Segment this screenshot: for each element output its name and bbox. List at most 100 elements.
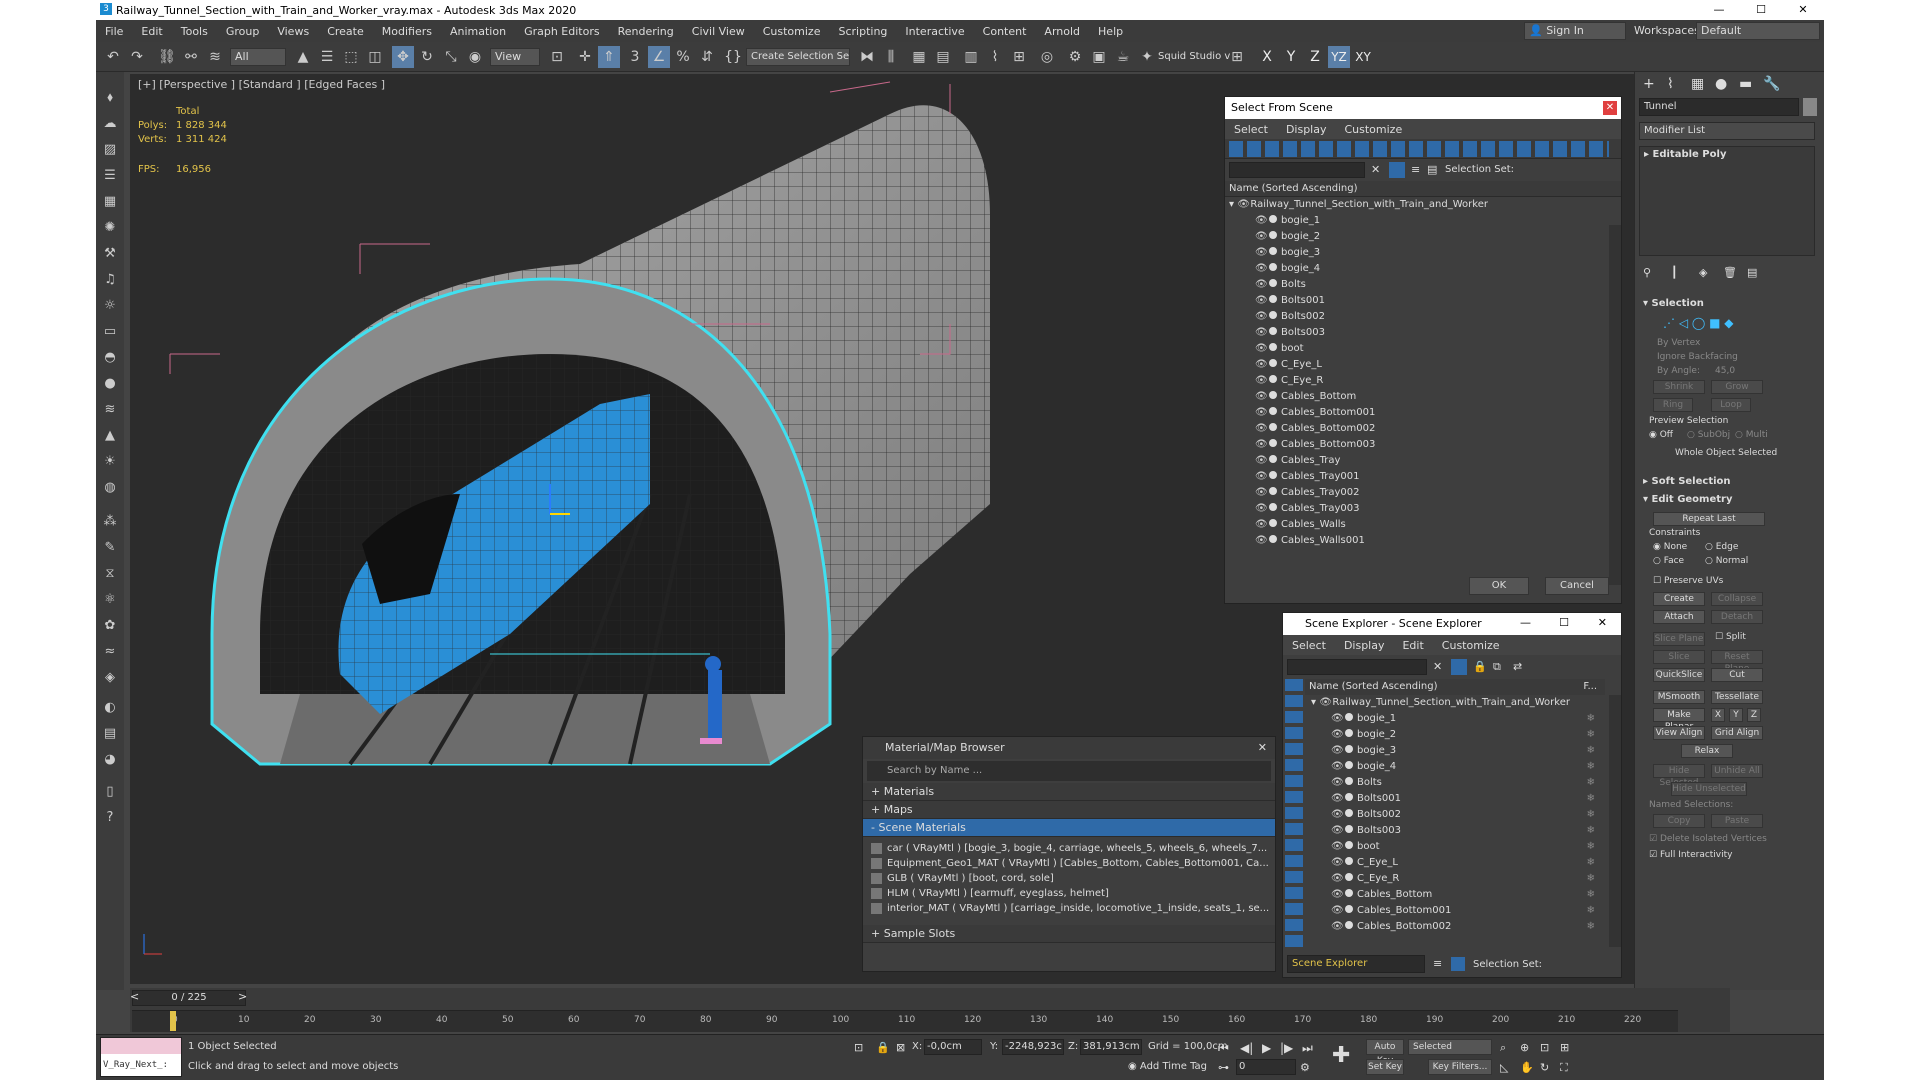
render-dot-icon[interactable] bbox=[1269, 327, 1277, 335]
se-visibility-icon[interactable]: 👁 bbox=[1319, 695, 1332, 711]
freeze-icon[interactable]: ❄ bbox=[1587, 839, 1595, 855]
menu-group[interactable]: Group bbox=[217, 25, 269, 38]
axis-y-button[interactable]: Y bbox=[1280, 46, 1302, 68]
select-move-icon[interactable]: ✥ bbox=[392, 46, 414, 68]
se-menu-select[interactable]: Select bbox=[1283, 639, 1335, 652]
slice-button[interactable]: Slice bbox=[1653, 650, 1705, 664]
split-checkbox[interactable]: ☐ Split bbox=[1715, 632, 1746, 642]
menu-views[interactable]: Views bbox=[268, 25, 318, 38]
time-slider[interactable]: 0 / 225 bbox=[132, 990, 246, 1006]
shrink-button[interactable]: Shrink bbox=[1653, 380, 1705, 394]
fur-icon[interactable]: ≋ bbox=[100, 400, 120, 420]
menu-modifiers[interactable]: Modifiers bbox=[373, 25, 441, 38]
msmooth-button[interactable]: MSmooth bbox=[1653, 690, 1705, 704]
repeat-last-button[interactable]: Repeat Last bbox=[1653, 512, 1765, 526]
se-visibility-icon[interactable]: 👁 bbox=[1331, 775, 1344, 791]
show-end-result-icon[interactable]: ┃ bbox=[1671, 266, 1678, 279]
constraint-none-radio[interactable]: ◉ None bbox=[1653, 542, 1687, 552]
soft-selection-rollout[interactable]: ▸ Soft Selection bbox=[1643, 476, 1731, 487]
se-list-item[interactable]: 👁 bogie_1 ❄ bbox=[1305, 711, 1605, 727]
visibility-icon[interactable]: 👁 bbox=[1255, 389, 1268, 405]
squid-studio-label[interactable]: Squid Studio v bbox=[1158, 51, 1230, 62]
unlink-icon[interactable]: ⚯ bbox=[180, 46, 202, 68]
se-list-item[interactable]: 👁 Bolts ❄ bbox=[1305, 775, 1605, 791]
add-time-tag[interactable]: ◉ Add Time Tag bbox=[1128, 1061, 1207, 1072]
edit-geometry-rollout[interactable]: ▾ Edit Geometry bbox=[1643, 494, 1733, 505]
se-render-dot-icon[interactable] bbox=[1345, 809, 1353, 817]
menu-civil-view[interactable]: Civil View bbox=[683, 25, 754, 38]
se-filter-icon[interactable] bbox=[1451, 659, 1467, 675]
y-coord-field[interactable]: -2248,923c bbox=[1002, 1039, 1064, 1055]
link-icon[interactable]: ⛓ bbox=[156, 46, 178, 68]
layers-icon[interactable]: ▤ bbox=[100, 724, 120, 744]
render-dot-icon[interactable] bbox=[1269, 247, 1277, 255]
reset-plane-button[interactable]: Reset Plane bbox=[1711, 650, 1763, 674]
grow-button[interactable]: Grow bbox=[1711, 380, 1763, 394]
redo-icon[interactable]: ↷ bbox=[126, 46, 148, 68]
toggle-ribbon-icon[interactable]: ▥ bbox=[960, 46, 982, 68]
full-interactivity-checkbox[interactable]: ☑ Full Interactivity bbox=[1649, 850, 1733, 860]
close-button[interactable]: ✕ bbox=[1782, 0, 1824, 20]
se-visibility-icon[interactable]: 👁 bbox=[1331, 839, 1344, 855]
se-visibility-icon[interactable]: 👁 bbox=[1331, 791, 1344, 807]
visibility-icon[interactable]: 👁 bbox=[1255, 517, 1268, 533]
visibility-icon[interactable]: 👁 bbox=[1237, 197, 1250, 213]
menu-animation[interactable]: Animation bbox=[441, 25, 515, 38]
schematic-view-icon[interactable]: ⊞ bbox=[1008, 46, 1030, 68]
plant-icon[interactable]: ✿ bbox=[100, 616, 120, 636]
menu-display[interactable]: Display bbox=[1277, 123, 1336, 136]
keyboard-shortcut-override-icon[interactable]: ⇑ bbox=[598, 46, 620, 68]
se-list-item[interactable]: 👁 Bolts002 ❄ bbox=[1305, 807, 1605, 823]
se-hierarchy-icon[interactable]: ⧉ bbox=[1493, 660, 1501, 674]
spinner-snap-icon[interactable]: ⇵ bbox=[696, 46, 718, 68]
se-render-dot-icon[interactable] bbox=[1345, 793, 1353, 801]
prev-frame-icon[interactable]: < bbox=[130, 990, 139, 1003]
toggle-scene-explorer-icon[interactable]: ▦ bbox=[908, 46, 930, 68]
object-list-item[interactable]: 👁 boot bbox=[1225, 341, 1621, 357]
mmb-section-materials[interactable]: + Materials bbox=[863, 783, 1275, 801]
visibility-icon[interactable]: 👁 bbox=[1255, 325, 1268, 341]
render-dot-icon[interactable] bbox=[1269, 215, 1277, 223]
default-in-out-icon[interactable]: ✚ bbox=[1332, 1043, 1350, 1068]
menu-customize[interactable]: Customize bbox=[1335, 123, 1411, 136]
se-column-header[interactable]: Name (Sorted Ascending) F... bbox=[1305, 679, 1605, 695]
render-dot-icon[interactable] bbox=[1269, 375, 1277, 383]
constraint-edge-radio[interactable]: ○ Edge bbox=[1705, 542, 1738, 552]
name-column-header[interactable]: Name (Sorted Ascending) bbox=[1225, 181, 1621, 197]
se-render-dot-icon[interactable] bbox=[1345, 873, 1353, 881]
object-name-field[interactable]: Tunnel bbox=[1639, 98, 1799, 116]
loop-button[interactable]: Loop bbox=[1711, 398, 1751, 412]
search-input[interactable] bbox=[1229, 162, 1365, 178]
zoom-extents-all-icon[interactable]: ⊞ bbox=[1560, 1041, 1569, 1054]
object-list-item[interactable]: 👁 Cables_Bottom bbox=[1225, 389, 1621, 405]
track-bar[interactable]: 0102030405060708090100110120130140150160… bbox=[132, 1010, 1678, 1032]
dome-light-icon[interactable]: ◍ bbox=[100, 478, 120, 498]
select-rotate-icon[interactable]: ↻ bbox=[416, 46, 438, 68]
se-render-dot-icon[interactable] bbox=[1345, 825, 1353, 833]
render-dot-icon[interactable] bbox=[1269, 295, 1277, 303]
ignore-backfacing-checkbox[interactable]: Ignore Backfacing bbox=[1657, 352, 1738, 362]
cut-button[interactable]: Cut bbox=[1711, 668, 1763, 682]
se-render-dot-icon[interactable] bbox=[1345, 857, 1353, 865]
visibility-icon[interactable]: 👁 bbox=[1255, 485, 1268, 501]
hide-unselected-button[interactable]: Hide Unselected bbox=[1671, 782, 1747, 796]
toggle-layer-explorer-icon[interactable]: ▤ bbox=[932, 46, 954, 68]
grid-align-button[interactable]: Grid Align bbox=[1711, 726, 1763, 740]
object-list-item[interactable]: 👁 Cables_Tray bbox=[1225, 453, 1621, 469]
hide-selected-button[interactable]: Hide Selected bbox=[1653, 764, 1705, 788]
visibility-icon[interactable]: 👁 bbox=[1255, 405, 1268, 421]
goto-start-icon[interactable]: ⏮ bbox=[1218, 1041, 1229, 1056]
squid-studio-icon[interactable]: ✦ bbox=[1136, 46, 1158, 68]
se-render-dot-icon[interactable] bbox=[1345, 905, 1353, 913]
se-visibility-icon[interactable]: 👁 bbox=[1331, 823, 1344, 839]
freeze-icon[interactable]: ❄ bbox=[1587, 871, 1595, 887]
se-list-item[interactable]: 👁 C_Eye_R ❄ bbox=[1305, 871, 1605, 887]
planet-icon[interactable]: ◕ bbox=[100, 750, 120, 770]
render-dot-icon[interactable] bbox=[1269, 471, 1277, 479]
se-list-item[interactable]: 👁 boot ❄ bbox=[1305, 839, 1605, 855]
visibility-icon[interactable]: 👁 bbox=[1255, 373, 1268, 389]
remove-modifier-icon[interactable]: 🗑 bbox=[1723, 266, 1737, 279]
se-visibility-icon[interactable]: 👁 bbox=[1331, 887, 1344, 903]
menu-content[interactable]: Content bbox=[974, 25, 1036, 38]
se-render-dot-icon[interactable] bbox=[1345, 777, 1353, 785]
